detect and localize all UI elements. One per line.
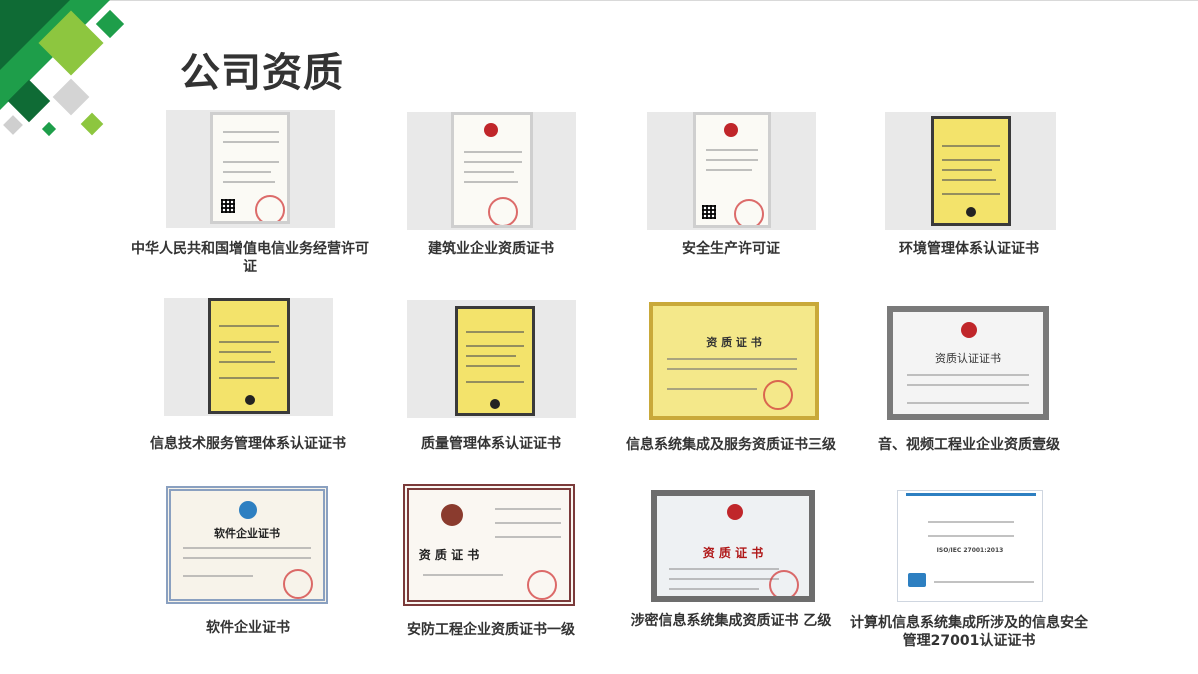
certificate-inner-title: 资 质 证 书 — [706, 336, 762, 349]
certificate-inner-title: 资 质 证 书 — [418, 548, 480, 562]
certificate-caption: 涉密信息系统集成资质证书 乙级 — [630, 613, 832, 629]
certificate-image: 资质认证证书 — [887, 306, 1049, 420]
corner-decoration — [0, 0, 150, 150]
certificate-inner-title: 软件企业证书 — [214, 527, 280, 540]
certificate-image: 资 质 证 书 — [649, 302, 819, 420]
certificate-image — [931, 116, 1011, 226]
certificate-caption: 安全生产许可证 — [682, 241, 780, 257]
certificate-image: 软件企业证书 — [166, 486, 328, 604]
certificate-caption: 建筑业企业资质证书 — [428, 241, 554, 257]
certificate-image: 资 质 证 书 — [403, 484, 575, 606]
certificate-image — [455, 306, 535, 416]
certificate-inner-title: ISO/IEC 27001:2013 — [936, 547, 1004, 554]
certificate-caption: 信息系统集成及服务资质证书三级 — [626, 437, 836, 453]
certificate-caption: 信息技术服务管理体系认证证书 — [150, 436, 346, 452]
certificate-inner-title: 资 质 证 书 — [702, 546, 764, 560]
certificate-caption: 计算机信息系统集成所涉及的信息安全管理27001认证证书 — [850, 615, 1088, 649]
certificate-caption: 软件企业证书 — [206, 620, 290, 636]
certificate-caption: 质量管理体系认证证书 — [421, 436, 561, 452]
top-divider — [0, 0, 1198, 1]
certificate-inner-title: 资质认证证书 — [935, 352, 1001, 365]
certificate-image — [451, 112, 533, 228]
certificate-image: 资 质 证 书 — [651, 490, 815, 602]
certificate-image — [693, 112, 771, 228]
certificate-caption: 音、视频工程业企业资质壹级 — [878, 437, 1060, 453]
certificate-image — [208, 298, 290, 414]
certificate-caption: 安防工程企业资质证书一级 — [407, 622, 575, 638]
certificate-caption: 中华人民共和国增值电信业务经营许可证 — [131, 241, 369, 275]
certificate-image: ISO/IEC 27001:2013 — [897, 490, 1043, 602]
certificate-image — [210, 112, 290, 224]
certificate-caption: 环境管理体系认证证书 — [899, 241, 1039, 257]
page-title: 公司资质 — [180, 50, 344, 96]
